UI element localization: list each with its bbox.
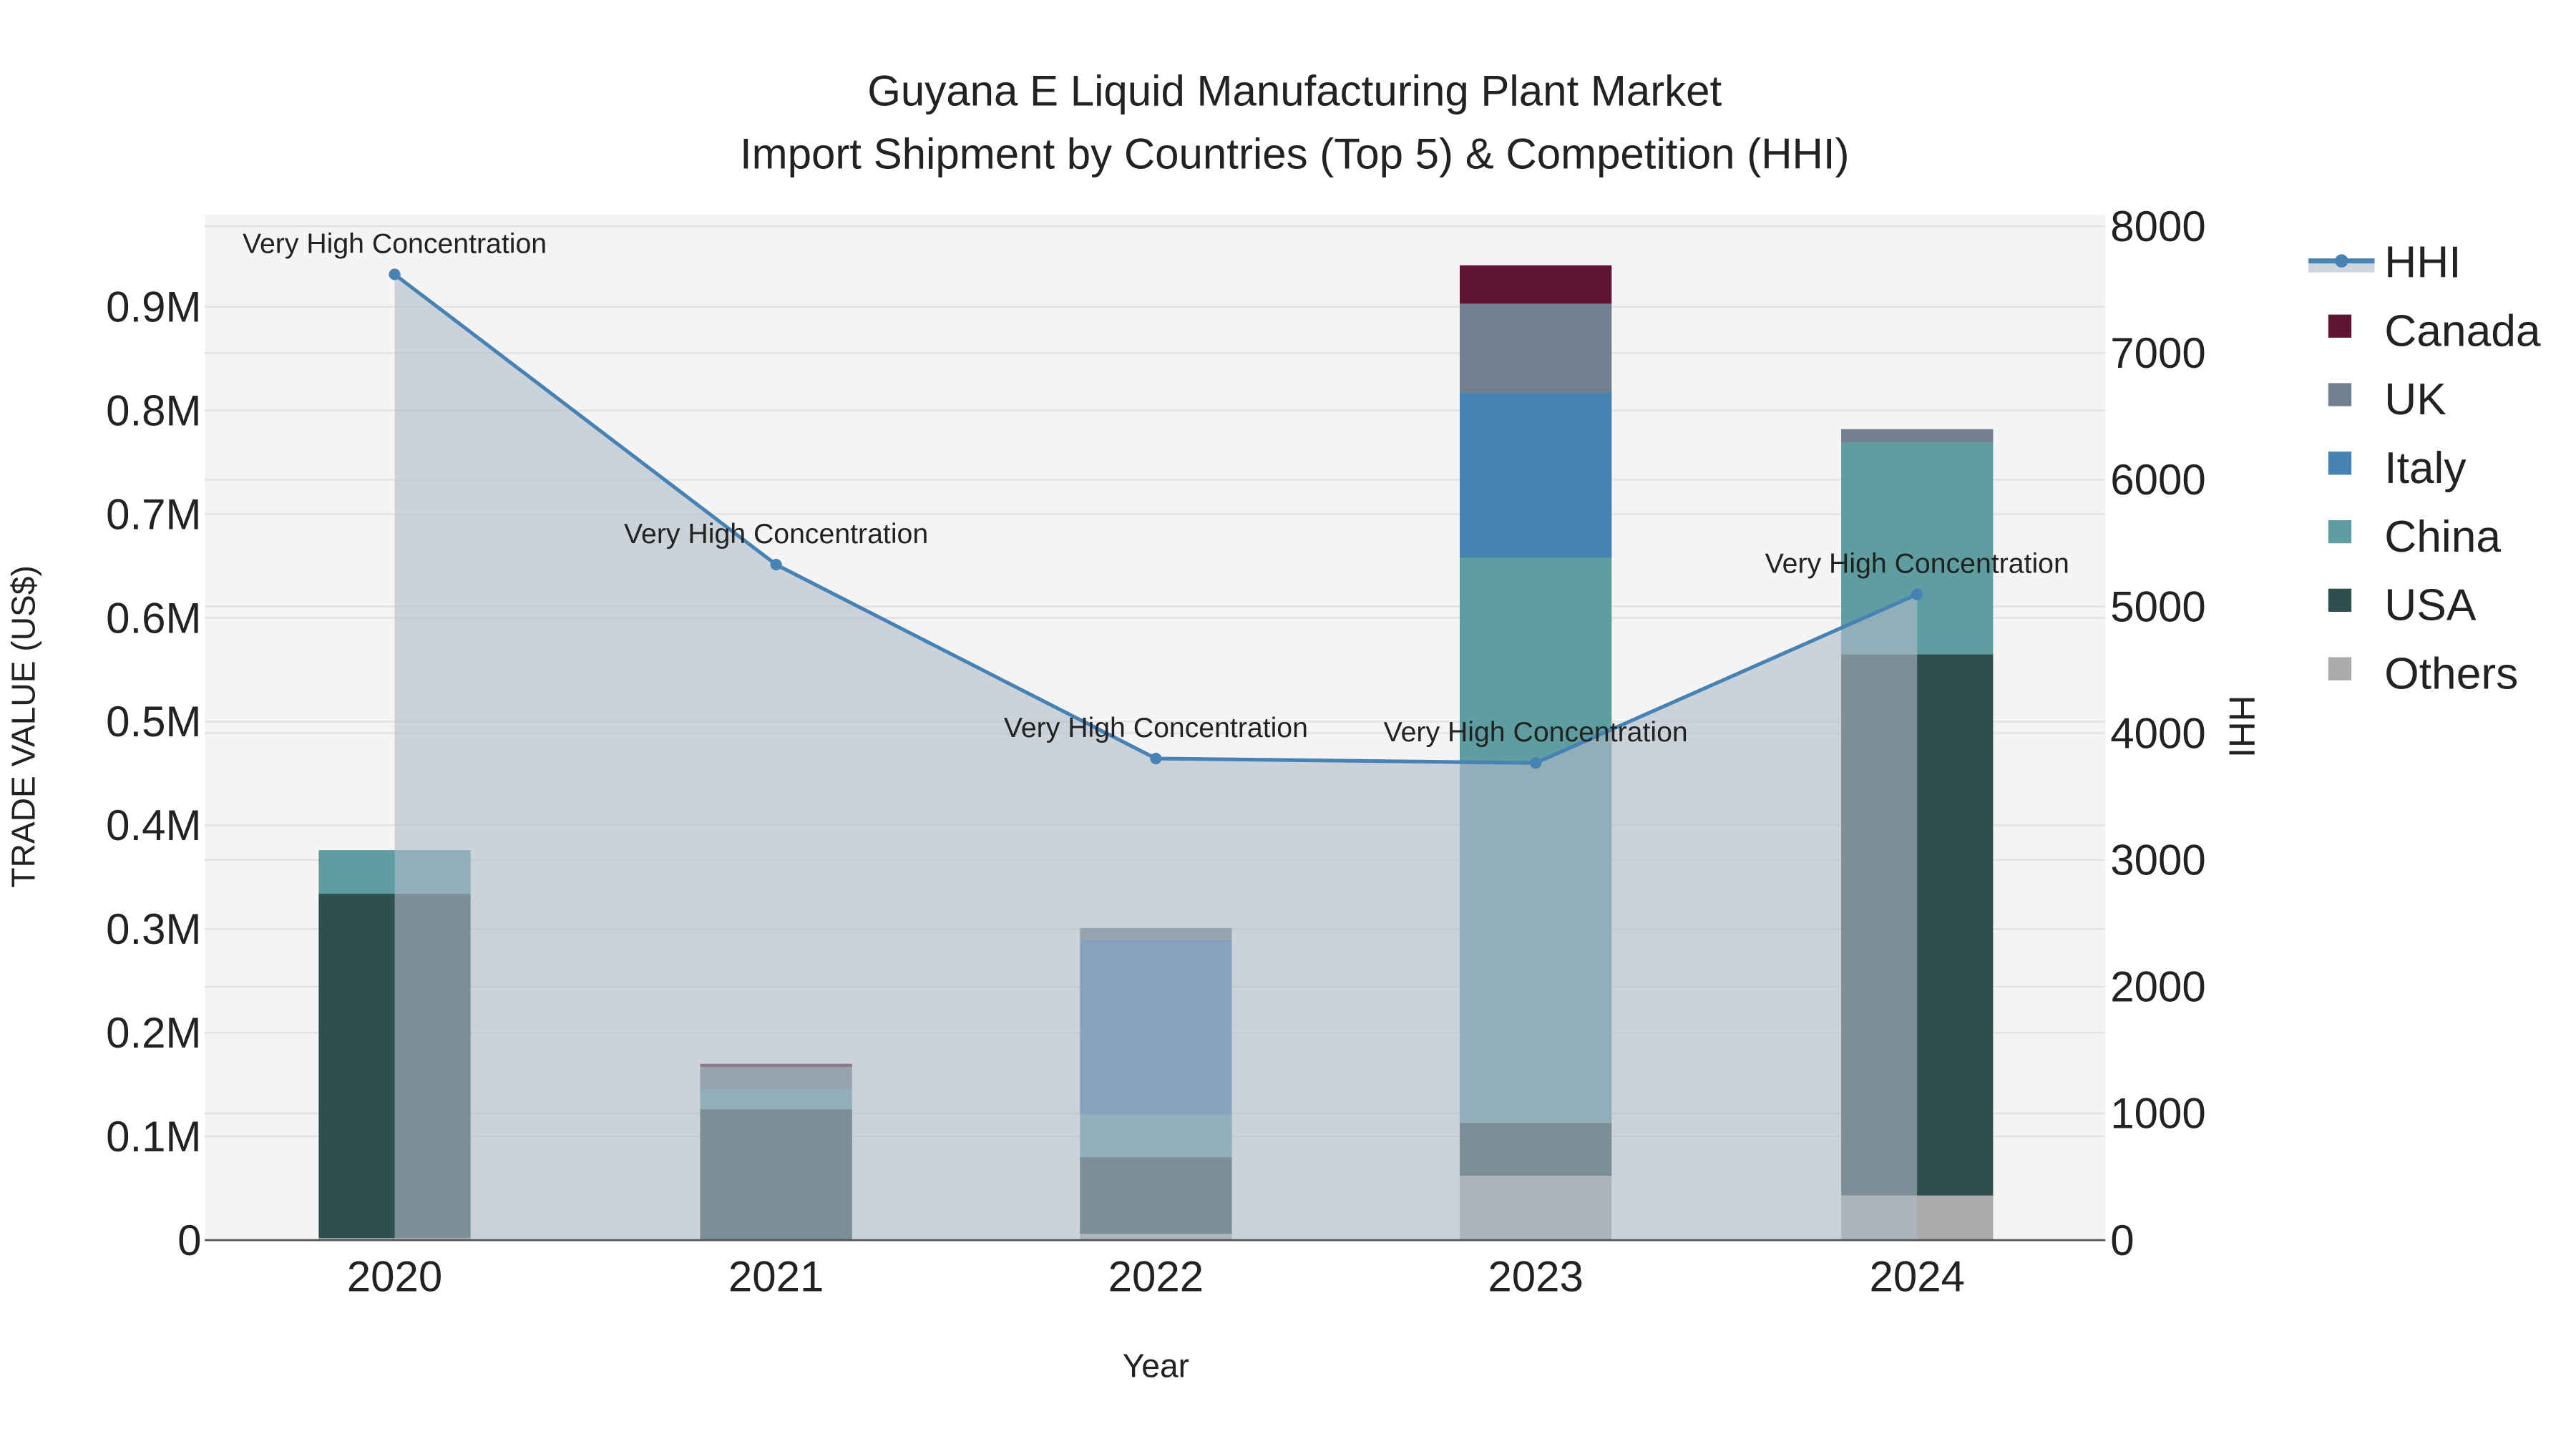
- legend-swatch-usa: [2328, 588, 2352, 612]
- y-tick-label: 0.5M: [106, 698, 201, 746]
- hhi-annotation: Very High Concentration: [1765, 548, 2069, 580]
- bar-uk-2024: [1841, 429, 1994, 443]
- y2-tick-label: 6000: [2110, 456, 2205, 504]
- x-tick-label: 2023: [1488, 1253, 1583, 1301]
- legend-swatch-canada: [2328, 314, 2352, 338]
- legend-label-china: China: [2384, 512, 2501, 562]
- hhi-annotation: Very High Concentration: [624, 518, 928, 550]
- y-tick-label: 0.7M: [106, 490, 201, 538]
- y2-tick-label: 4000: [2110, 709, 2205, 757]
- bar-uk-2023: [1460, 303, 1612, 394]
- hhi-annotation: Very High Concentration: [243, 228, 547, 259]
- y-tick-label: 0.4M: [106, 801, 201, 849]
- y2-tick-label: 5000: [2110, 582, 2205, 630]
- y-axis-label: TRADE VALUE (US$): [4, 565, 42, 887]
- y2-tick-label: 3000: [2110, 836, 2205, 884]
- bar-italy-2023: [1460, 393, 1612, 558]
- y2-tick-label: 0: [2110, 1216, 2134, 1264]
- x-tick-label: 2022: [1108, 1253, 1204, 1301]
- x-axis-ticks: 2020 2021 2022 2023 2024: [347, 1253, 1965, 1301]
- y-tick-label: 0.6M: [106, 594, 201, 642]
- y-tick-label: 0.2M: [106, 1009, 201, 1057]
- x-tick-label: 2021: [728, 1253, 824, 1301]
- y2-tick-label: 7000: [2110, 329, 2205, 377]
- hhi-point: [1911, 588, 1923, 600]
- hhi-point: [389, 268, 401, 280]
- y-tick-label: 0: [177, 1216, 201, 1264]
- legend-swatch-china: [2328, 519, 2352, 544]
- y2-axis-ticks: 0 1000 2000 3000 4000 5000 6000 7000 8000: [2110, 203, 2205, 1264]
- y2-tick-label: 2000: [2110, 963, 2205, 1011]
- chart-title: Guyana E Liquid Manufacturing Plant Mark…: [867, 67, 1722, 115]
- legend-label-italy: Italy: [2384, 444, 2467, 493]
- chart: Very High Concentration Very High Concent…: [4, 67, 2541, 1385]
- y-tick-label: 0.8M: [106, 386, 201, 434]
- hhi-annotation: Very High Concentration: [1384, 716, 1688, 748]
- legend-label-others: Others: [2384, 649, 2518, 698]
- y2-axis-label: HHI: [2221, 696, 2262, 758]
- x-tick-label: 2024: [1869, 1253, 1964, 1301]
- y-tick-label: 0.3M: [106, 905, 201, 953]
- legend-swatch-others: [2328, 657, 2352, 680]
- y2-tick-label: 8000: [2110, 203, 2205, 250]
- legend: HHI Canada UK Italy China USA Others: [2308, 238, 2541, 698]
- legend-hhi-marker: [2335, 254, 2348, 268]
- chart-subtitle: Import Shipment by Countries (Top 5) & C…: [740, 130, 1850, 177]
- bar-canada-2023: [1460, 265, 1612, 304]
- hhi-annotation: Very High Concentration: [1004, 712, 1308, 743]
- legend-label-hhi: HHI: [2384, 238, 2461, 288]
- x-tick-label: 2020: [347, 1253, 442, 1301]
- y-axis-ticks: 0 0.1M 0.2M 0.3M 0.4M 0.5M 0.6M 0.7M 0.8M 0.9M: [106, 283, 201, 1264]
- legend-label-uk: UK: [2384, 375, 2446, 424]
- legend-label-usa: USA: [2384, 581, 2477, 630]
- legend-label-canada: Canada: [2384, 306, 2541, 356]
- legend-swatch-italy: [2328, 452, 2352, 475]
- hhi-point: [770, 558, 782, 571]
- hhi-point: [1150, 752, 1162, 765]
- y-tick-label: 0.9M: [106, 283, 201, 331]
- y-tick-label: 0.1M: [106, 1113, 201, 1161]
- legend-swatch-uk: [2328, 383, 2352, 406]
- y2-tick-label: 1000: [2110, 1090, 2205, 1138]
- x-axis-label: Year: [1123, 1347, 1189, 1385]
- hhi-point: [1530, 757, 1542, 769]
